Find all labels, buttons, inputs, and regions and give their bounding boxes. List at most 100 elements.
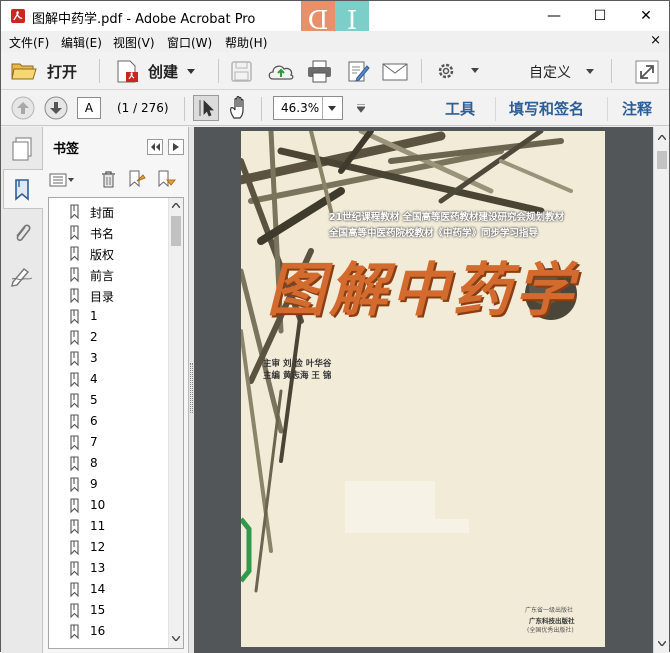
bookmark-item-icon bbox=[70, 498, 79, 513]
menu-edit[interactable]: 编辑(E) bbox=[61, 34, 102, 51]
customize-chevron-down-icon[interactable] bbox=[586, 69, 594, 74]
page-number-value: A bbox=[84, 101, 94, 115]
bookmark-item[interactable]: 8 bbox=[49, 453, 169, 474]
bookmark-item-icon bbox=[70, 372, 79, 387]
new-bookmark-icon[interactable] bbox=[128, 170, 147, 189]
bookmark-item[interactable]: 13 bbox=[49, 558, 169, 579]
bookmark-item[interactable]: 封面 bbox=[49, 201, 169, 222]
bookmarks-toolbar bbox=[43, 165, 188, 195]
signatures-pen-icon[interactable] bbox=[10, 265, 34, 287]
create-dropdown-chevron-icon[interactable] bbox=[187, 69, 195, 74]
hand-tool-icon[interactable] bbox=[228, 96, 250, 120]
expand-fullscreen-icon[interactable] bbox=[635, 60, 659, 84]
settings-dropdown-chevron-icon[interactable] bbox=[471, 68, 479, 74]
bookmark-item-label: 11 bbox=[90, 519, 106, 533]
bookmark-item[interactable]: 3 bbox=[49, 348, 169, 369]
attachments-paperclip-icon[interactable] bbox=[12, 221, 32, 245]
select-arrow-icon bbox=[199, 100, 214, 117]
zoom-select[interactable]: 46.3% bbox=[273, 96, 343, 120]
settings-gear-icon[interactable] bbox=[436, 61, 456, 81]
customize-dropdown[interactable]: 自定义 bbox=[529, 62, 571, 82]
next-page-icon[interactable] bbox=[44, 96, 68, 120]
bookmark-item[interactable]: 11 bbox=[49, 516, 169, 537]
create-pdf-icon[interactable] bbox=[115, 59, 141, 85]
bookmarks-scrollbar[interactable] bbox=[168, 198, 183, 648]
bookmark-item[interactable]: 14 bbox=[49, 579, 169, 600]
create-button[interactable]: 创建 bbox=[148, 61, 178, 82]
bookmark-item[interactable]: 前言 bbox=[49, 264, 169, 285]
page-number-input[interactable]: A bbox=[77, 97, 101, 119]
maximize-button[interactable]: ☐ bbox=[577, 1, 623, 31]
bookmark-item[interactable]: 5 bbox=[49, 390, 169, 411]
save-disk-icon[interactable] bbox=[231, 61, 252, 82]
bookmark-item[interactable]: 目录 bbox=[49, 285, 169, 306]
doc-scroll-down-chevron-icon[interactable] bbox=[658, 641, 666, 646]
bookmark-item-icon bbox=[70, 540, 79, 555]
bookmark-options-icon[interactable] bbox=[49, 173, 75, 187]
close-document-icon[interactable]: × bbox=[650, 33, 661, 48]
bookmarks-header: 书签 bbox=[43, 127, 188, 165]
expand-pane-button[interactable] bbox=[168, 139, 184, 155]
bookmark-item[interactable]: 2 bbox=[49, 327, 169, 348]
bookmark-item[interactable]: 书名 bbox=[49, 222, 169, 243]
bookmark-item[interactable]: 1 bbox=[49, 306, 169, 327]
menu-window[interactable]: 窗口(W) bbox=[167, 34, 212, 51]
bookmarks-title: 书签 bbox=[53, 142, 80, 157]
double-chevron-left-icon bbox=[151, 143, 160, 151]
close-window-button[interactable]: ✕ bbox=[623, 1, 669, 31]
bookmark-item[interactable]: 16 bbox=[49, 621, 169, 642]
bookmark-item[interactable]: 15 bbox=[49, 600, 169, 621]
open-folder-icon[interactable] bbox=[11, 60, 37, 82]
fill-sign-pane-link[interactable]: 填写和签名 bbox=[509, 98, 584, 119]
bookmark-item[interactable]: 10 bbox=[49, 495, 169, 516]
bookmark-item[interactable]: 6 bbox=[49, 411, 169, 432]
minimize-button[interactable]: — bbox=[531, 1, 577, 31]
menu-view[interactable]: 视图(V) bbox=[113, 34, 155, 51]
page-thumbnails-icon[interactable] bbox=[11, 137, 33, 161]
bookmark-item-label: 8 bbox=[90, 456, 98, 470]
bookmark-item[interactable]: 7 bbox=[49, 432, 169, 453]
bookmark-item-label: 3 bbox=[90, 351, 98, 365]
bookmark-item-label: 5 bbox=[90, 393, 98, 407]
doc-scroll-up-chevron-icon[interactable] bbox=[658, 135, 666, 140]
email-envelope-icon[interactable] bbox=[382, 63, 408, 81]
acrobat-app-icon bbox=[11, 9, 25, 23]
bookmark-item-icon bbox=[70, 204, 79, 219]
menu-help[interactable]: 帮助(H) bbox=[225, 34, 267, 51]
cover-publisher-seal: 广东省一级出版社 bbox=[525, 607, 574, 614]
bookmark-item-label: 16 bbox=[90, 624, 106, 638]
menu-file[interactable]: 文件(F) bbox=[9, 34, 49, 51]
open-button[interactable]: 打开 bbox=[47, 61, 77, 82]
scroll-down-chevron-icon[interactable] bbox=[172, 636, 180, 641]
bookmarks-tab[interactable] bbox=[3, 169, 43, 209]
bookmark-item-icon bbox=[70, 351, 79, 366]
previous-page-icon[interactable] bbox=[11, 96, 35, 120]
bookmark-item[interactable]: 12 bbox=[49, 537, 169, 558]
bookmarks-scroll-thumb[interactable] bbox=[171, 216, 181, 246]
bookmark-item-icon bbox=[70, 477, 79, 492]
select-tool-button[interactable] bbox=[193, 95, 219, 121]
minimize-icon: — bbox=[547, 8, 561, 24]
bookmark-item-icon bbox=[70, 267, 79, 282]
print-icon[interactable] bbox=[307, 60, 332, 83]
close-icon: ✕ bbox=[640, 8, 652, 24]
edit-document-icon[interactable] bbox=[347, 60, 370, 83]
bookmark-item-icon bbox=[70, 330, 79, 345]
more-options-chevron-icon[interactable] bbox=[357, 104, 365, 113]
bookmark-item[interactable]: 4 bbox=[49, 369, 169, 390]
cloud-upload-icon[interactable] bbox=[267, 60, 295, 82]
bookmark-item[interactable]: 版权 bbox=[49, 243, 169, 264]
document-scroll-thumb[interactable] bbox=[657, 151, 667, 169]
acrobat-window: 图解中药学.pdf - Adobe Acrobat Pro D I — ☐ ✕ … bbox=[0, 0, 670, 653]
bookmark-item-label: 9 bbox=[90, 477, 98, 491]
comment-pane-link[interactable]: 注释 bbox=[622, 98, 652, 119]
scroll-up-chevron-icon[interactable] bbox=[172, 203, 180, 208]
delete-trash-icon[interactable] bbox=[101, 171, 116, 188]
cover-publisher: 广东科技出版社 bbox=[529, 617, 575, 625]
document-scrollbar[interactable] bbox=[653, 127, 669, 653]
tools-pane-link[interactable]: 工具 bbox=[445, 98, 475, 119]
bookmark-item[interactable]: 9 bbox=[49, 474, 169, 495]
document-viewport[interactable]: 21世纪课程教材 全国高等医药教材建设研究会规划教材 全国高等中医药院校教材《中… bbox=[194, 127, 653, 653]
expand-bookmark-icon[interactable] bbox=[157, 170, 176, 189]
collapse-pane-button[interactable] bbox=[147, 139, 163, 155]
